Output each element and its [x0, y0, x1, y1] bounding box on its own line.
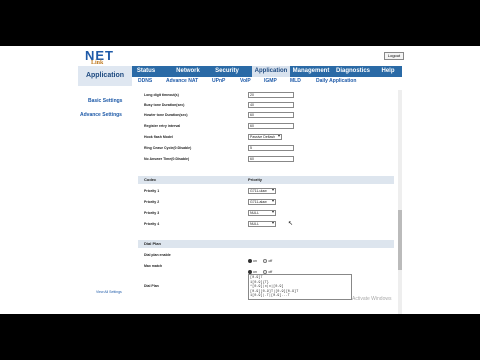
tab-security[interactable]: Security — [214, 66, 240, 77]
setting-label: Ring Cease Cycle(0:Disable) — [144, 146, 192, 150]
codec-row: Priority 4 NULL — [142, 221, 394, 229]
setting-label: No Answer Time(0:Disable) — [144, 157, 190, 161]
content-scrollbar[interactable] — [398, 90, 402, 314]
brand-logo: NET Link — [85, 48, 119, 68]
setting-label: Howler tone Duration(sec) — [144, 113, 188, 117]
max-match-label: Max match — [144, 264, 163, 268]
hook-flash-model-select[interactable]: Passive Deflash — [248, 134, 282, 140]
subnav-ddns[interactable]: DDNS — [138, 77, 152, 86]
dial-plan-header: Dial Plan — [138, 240, 394, 248]
dial-plan-enable-row: Dial plan enable on off — [142, 252, 394, 263]
setting-row: Register retry interval 60 — [142, 123, 394, 131]
setting-row: No Answer Time(0:Disable) 60 — [142, 156, 394, 164]
setting-row: Busy tone Duration(sec) 40 — [142, 102, 394, 110]
tab-help[interactable]: Help — [378, 66, 398, 77]
codec-priority-4-select[interactable]: NULL — [248, 221, 276, 227]
subnav-voip[interactable]: VoIP — [240, 77, 251, 86]
dial-plan-section-title: Dial Plan — [144, 241, 161, 246]
ring-cease-cycle-input[interactable]: 5 — [248, 145, 294, 151]
setting-label: Long digit timeout(s) — [144, 93, 179, 97]
view-all-settings-link[interactable]: View All Settings — [96, 290, 122, 294]
dial-plan-label: Dial Plan — [144, 284, 159, 288]
activate-windows-watermark: Activate Windows — [352, 296, 392, 302]
subnav-upnp[interactable]: UPnP — [212, 77, 225, 86]
voip-settings-content: Long digit timeout(s) 20 Busy tone Durat… — [138, 90, 398, 314]
sidebar-item-advance-settings[interactable]: Advance Settings — [80, 112, 122, 118]
tab-diagnostics[interactable]: Diagnostics — [334, 66, 372, 77]
setting-row: Hook flash Model Passive Deflash — [142, 134, 394, 142]
codec-row: Priority 1 G711-ulaw — [142, 188, 394, 196]
register-retry-interval-input[interactable]: 60 — [248, 123, 294, 129]
long-digit-timeout-input[interactable]: 20 — [248, 92, 294, 98]
codec-row: Priority 3 NULL — [142, 210, 394, 218]
setting-row: Long digit timeout(s) 20 — [142, 92, 394, 100]
subnav-igmp[interactable]: IGMP — [264, 77, 277, 86]
setting-row: Howler tone Duration(sec) 60 — [142, 112, 394, 120]
tab-management[interactable]: Management — [292, 66, 330, 77]
setting-label: Hook flash Model — [144, 135, 173, 139]
section-title: Application — [78, 66, 132, 86]
tab-network[interactable]: Network — [174, 66, 202, 77]
codec-priority-label: Priority 4 — [144, 222, 160, 226]
codec-priority-3-select[interactable]: NULL — [248, 210, 276, 216]
scrollbar-thumb[interactable] — [398, 210, 402, 270]
codec-priority-label: Priority 2 — [144, 200, 160, 204]
codec-column-header: Codec — [144, 177, 157, 182]
codec-row: Priority 2 G711-alaw — [142, 199, 394, 207]
setting-row: Ring Cease Cycle(0:Disable) 5 — [142, 145, 394, 153]
sidebar-item-basic-settings[interactable]: Basic Settings — [88, 98, 122, 104]
codec-priority-2-select[interactable]: G711-alaw — [248, 199, 276, 205]
setting-label: Busy tone Duration(sec) — [144, 103, 185, 107]
codec-priority-label: Priority 1 — [144, 189, 160, 193]
busy-tone-duration-input[interactable]: 40 — [248, 102, 294, 108]
sub-nav: DDNS Advance NAT UPnP VoIP IGMP MLD Dail… — [132, 77, 402, 86]
router-admin-page: NET Link Logout Status Network Security … — [0, 46, 480, 314]
sidebar: Basic Settings Advance Settings View All… — [78, 86, 132, 314]
setting-label: Register retry interval — [144, 124, 181, 128]
no-answer-time-input[interactable]: 60 — [248, 156, 294, 162]
priority-column-header: Priority — [248, 177, 263, 182]
codec-table-header: Codec Priority — [138, 176, 394, 184]
logout-button[interactable]: Logout — [384, 52, 404, 60]
tab-application[interactable]: Application — [252, 66, 290, 77]
subnav-mld[interactable]: MLD — [290, 77, 301, 86]
codec-priority-1-select[interactable]: G711-ulaw — [248, 188, 276, 194]
max-match-row: Max match on off — [142, 263, 394, 274]
tab-status[interactable]: Status — [134, 66, 158, 77]
mouse-cursor-icon: ↖ — [288, 221, 294, 227]
subnav-daily-application[interactable]: Daily Application — [316, 77, 356, 86]
howler-tone-duration-input[interactable]: 60 — [248, 112, 294, 118]
dial-plan-enable-label: Dial plan enable — [144, 253, 171, 257]
codec-priority-label: Priority 3 — [144, 211, 160, 215]
subnav-advance-nat[interactable]: Advance NAT — [166, 77, 198, 86]
dial-plan-textarea[interactable]: [0-9]T 1[0-9]{T} *[0-9]|x|x|[0-9] [0-9][… — [248, 274, 352, 300]
